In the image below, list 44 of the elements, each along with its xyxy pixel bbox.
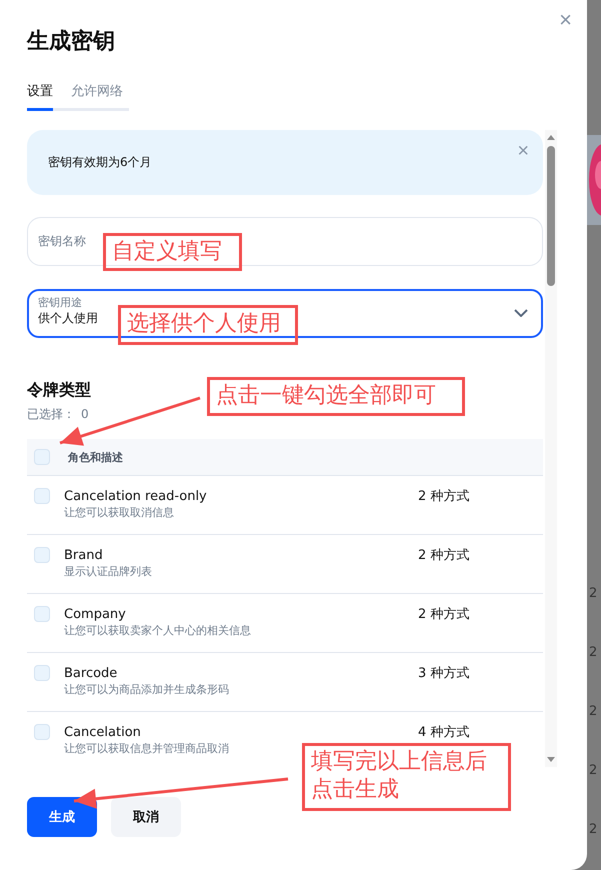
annotation-label: 填写完以上信息后点击生成 (302, 743, 511, 811)
checkbox[interactable] (34, 665, 50, 681)
tab[interactable]: 允许网络 (71, 82, 123, 111)
table-cell-text: 2 (588, 821, 598, 839)
method-count: 4 种方式 (418, 724, 470, 741)
token-description: 让您可以获取取消信息 (64, 505, 175, 521)
annotation-label: 自定义填写 (103, 233, 242, 271)
token-name: Brand (64, 547, 104, 564)
checkbox[interactable] (34, 488, 50, 504)
checkbox[interactable] (34, 449, 50, 465)
alert-text: 密钥有效期为6个月 (48, 154, 152, 171)
annotation-label: 选择供个人使用 (118, 305, 298, 345)
token-description: 让您可以为商品添加并生成条形码 (64, 682, 230, 698)
generate-button[interactable]: 生成 (27, 797, 97, 837)
token-name: Cancelation (64, 724, 142, 741)
cancel-button[interactable]: 取消 (111, 797, 181, 837)
token-name: Company (64, 606, 127, 623)
token-description: 显示认证品牌列表 (64, 564, 153, 580)
dialog-title: 生成密钥 (27, 28, 116, 56)
method-count: 2 种方式 (418, 606, 470, 623)
selected-count: 0 (81, 406, 89, 422)
method-count: 2 种方式 (418, 488, 470, 505)
token-name: Barcode (64, 665, 118, 682)
table-cell-text: 2 (588, 585, 598, 603)
column-header: 角色和描述 (68, 450, 123, 464)
annotation-label: 点击一键勾选全部即可 (207, 377, 465, 416)
token-description: 让您可以获取信息并管理商品取消 (64, 741, 230, 757)
checkbox[interactable] (34, 606, 50, 622)
close-button[interactable]: × (557, 8, 574, 32)
chevron-icon (514, 309, 528, 317)
table-cell-text: 2 (588, 762, 598, 780)
close-button[interactable]: × (517, 140, 529, 162)
table-cell-text: 2 (588, 703, 598, 721)
method-count: 2 种方式 (418, 547, 470, 564)
method-count: 3 种方式 (418, 665, 470, 682)
section-title: 令牌类型 (27, 379, 91, 401)
checkbox[interactable] (34, 724, 50, 740)
scrollbar[interactable] (545, 130, 557, 767)
table-cell-text: 2 (588, 644, 598, 662)
selected-label: 已选择： (27, 406, 75, 422)
token-name: Cancelation read-only (64, 488, 208, 505)
checkbox[interactable] (34, 547, 50, 563)
token-description: 让您可以获取卖家个人中心的相关信息 (64, 623, 252, 639)
tab[interactable]: 设置 (27, 82, 53, 111)
